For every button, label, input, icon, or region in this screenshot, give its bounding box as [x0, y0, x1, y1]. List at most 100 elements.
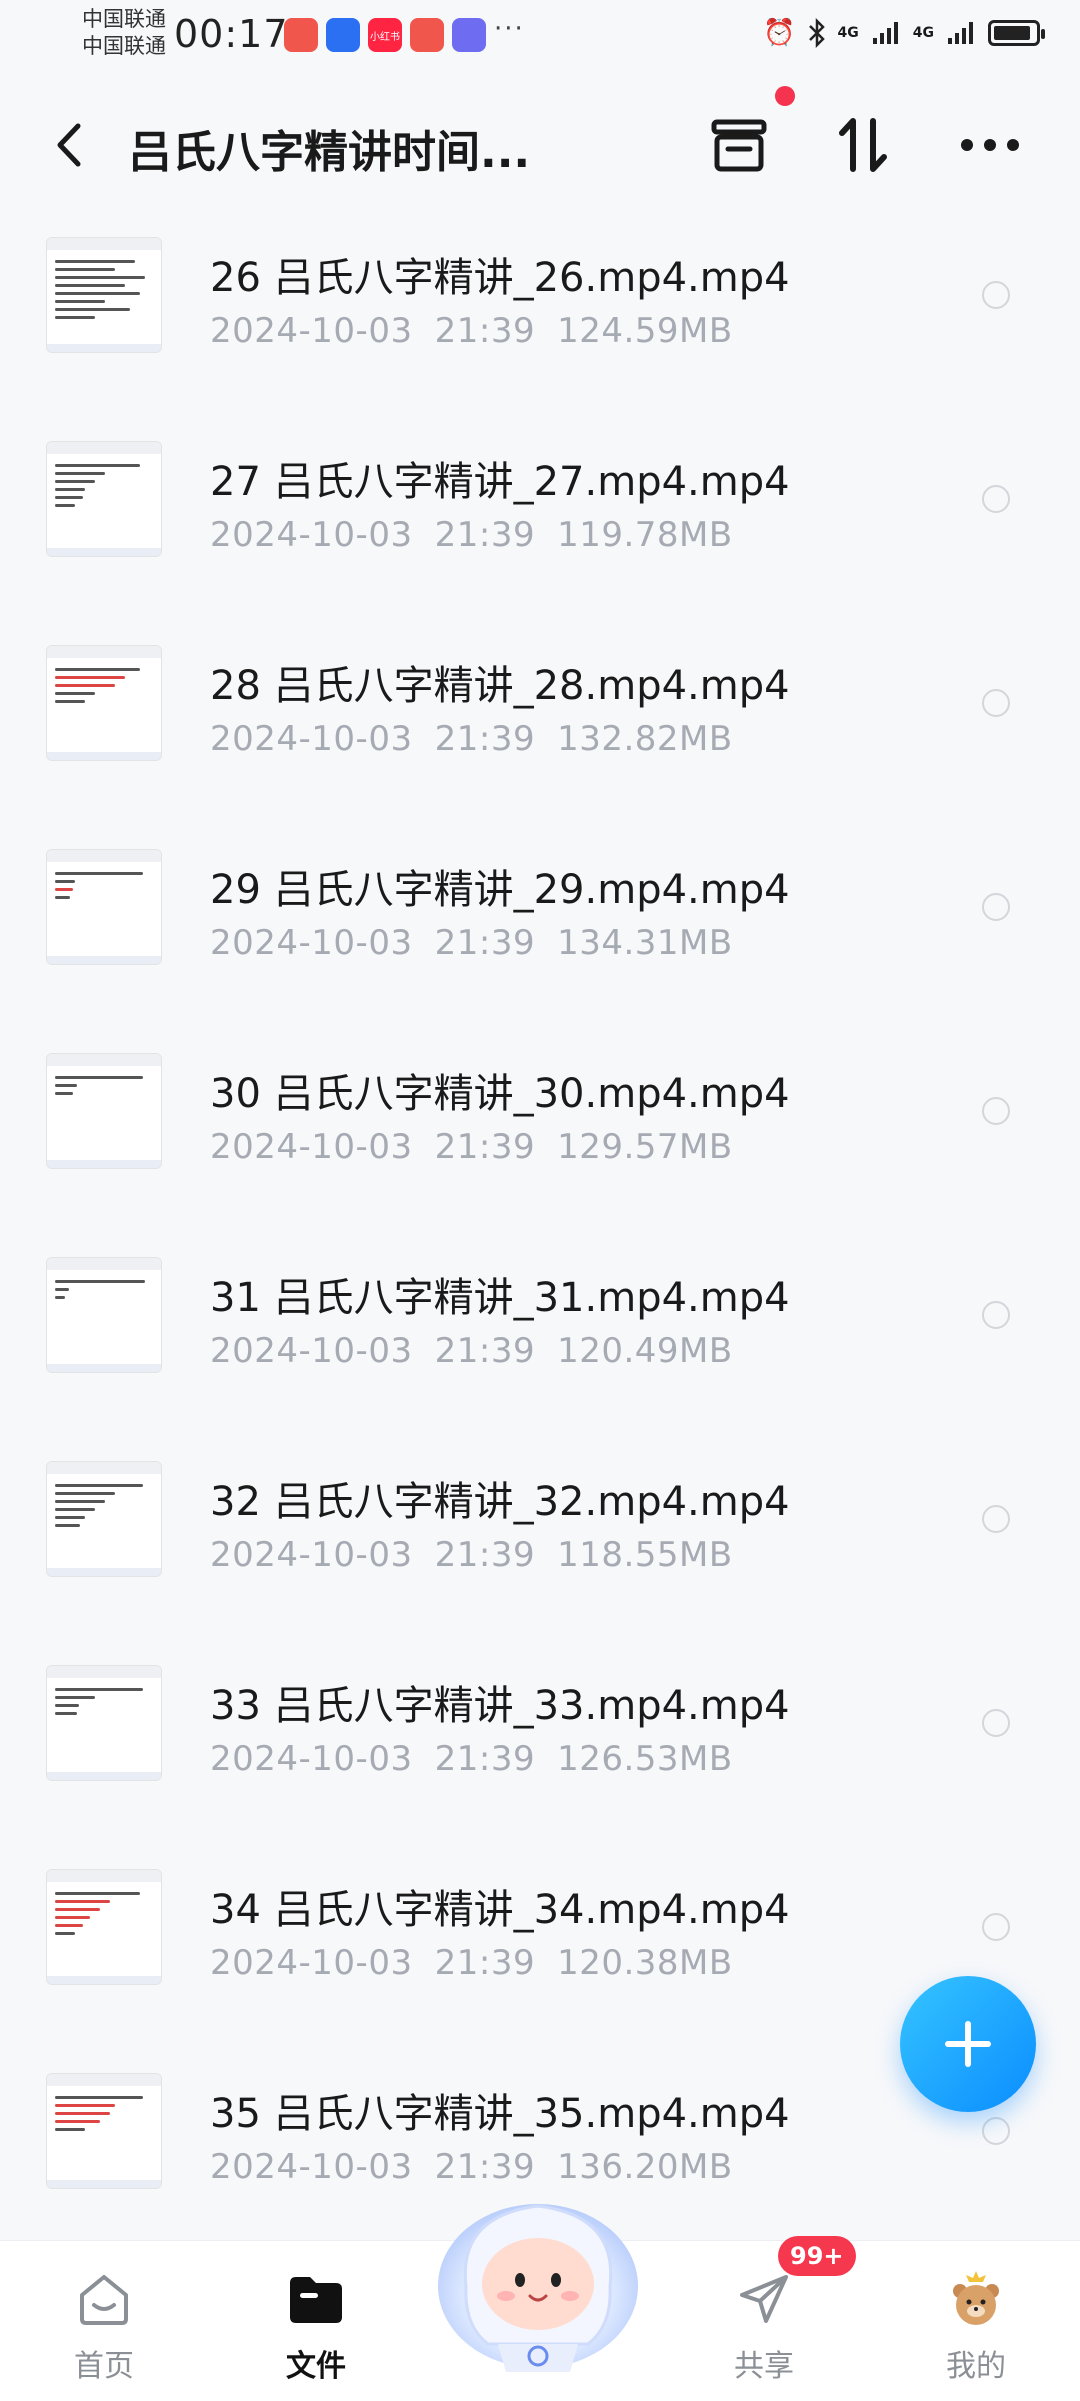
system-icons: ⏰ 4G 4G — [763, 18, 1045, 48]
more-options-button[interactable] — [955, 110, 1025, 180]
nav-item-home[interactable]: 首页 — [34, 2259, 174, 2389]
header: 吕氏八字精讲时间... — [0, 80, 1080, 210]
file-size: 126.53MB — [557, 1739, 733, 1779]
app-icon-5 — [452, 18, 486, 52]
file-meta: 2024-10-03 21:39 132.82MB — [210, 719, 733, 759]
file-size: 134.31MB — [557, 923, 733, 963]
file-size: 119.78MB — [557, 515, 733, 555]
folder-icon — [290, 2277, 342, 2323]
video-thumbnail — [46, 441, 162, 557]
video-thumbnail — [46, 237, 162, 353]
notification-dot — [775, 86, 795, 106]
select-checkbox[interactable] — [982, 1301, 1010, 1329]
file-meta: 2024-10-03 21:39 120.49MB — [210, 1331, 733, 1371]
file-meta: 2024-10-03 21:39 126.53MB — [210, 1739, 733, 1779]
file-name: 29 吕氏八字精讲_29.mp4.mp4 — [210, 867, 790, 913]
page-title: 吕氏八字精讲时间... — [128, 127, 531, 178]
more-notifications-icon: ··· — [494, 14, 525, 44]
file-date: 2024-10-03 — [210, 1127, 413, 1167]
nav-item-me[interactable]: 我的 — [906, 2259, 1046, 2389]
list-item[interactable]: 31 吕氏八字精讲_31.mp4.mp4 2024-10-03 21:39 120.4… — [0, 1225, 1080, 1429]
video-thumbnail — [46, 2073, 162, 2189]
video-thumbnail — [46, 1869, 162, 1985]
select-checkbox[interactable] — [982, 1505, 1010, 1533]
bear-avatar-icon — [953, 2271, 999, 2325]
archive-box-icon — [711, 119, 767, 172]
video-thumbnail — [46, 1461, 162, 1577]
notification-app-icons: 小红书 — [284, 18, 486, 52]
select-checkbox[interactable] — [982, 485, 1010, 513]
file-time: 21:39 — [434, 1127, 536, 1167]
select-checkbox[interactable] — [982, 1913, 1010, 1941]
file-name: 32 吕氏八字精讲_32.mp4.mp4 — [210, 1479, 790, 1525]
nav-label-share: 共享 — [734, 2349, 794, 2384]
file-size: 124.59MB — [557, 311, 733, 351]
file-size: 132.82MB — [557, 719, 733, 759]
list-item[interactable]: 29 吕氏八字精讲_29.mp4.mp4 2024-10-03 21:39 134.3… — [0, 817, 1080, 1021]
file-size: 120.49MB — [557, 1331, 733, 1371]
nav-item-files[interactable]: 文件 — [246, 2259, 386, 2389]
file-time: 21:39 — [434, 1739, 536, 1779]
file-meta: 2024-10-03 21:39 124.59MB — [210, 311, 733, 351]
video-thumbnail — [46, 1257, 162, 1373]
list-item[interactable]: 30 吕氏八字精讲_30.mp4.mp4 2024-10-03 21:39 129.5… — [0, 1021, 1080, 1225]
file-name: 34 吕氏八字精讲_34.mp4.mp4 — [210, 1887, 790, 1933]
share-badge: 99+ — [778, 2236, 856, 2276]
file-name: 27 吕氏八字精讲_27.mp4.mp4 — [210, 459, 790, 505]
sort-button[interactable] — [828, 110, 898, 180]
file-date: 2024-10-03 — [210, 719, 413, 759]
file-date: 2024-10-03 — [210, 1943, 413, 1983]
file-name: 33 吕氏八字精讲_33.mp4.mp4 — [210, 1683, 790, 1729]
select-checkbox[interactable] — [982, 893, 1010, 921]
video-thumbnail — [46, 849, 162, 965]
select-checkbox[interactable] — [982, 2117, 1010, 2145]
nav-label-home: 首页 — [74, 2349, 134, 2384]
app-icon-2 — [326, 18, 360, 52]
nav-label-me: 我的 — [946, 2349, 1006, 2384]
select-checkbox[interactable] — [982, 689, 1010, 717]
file-time: 21:39 — [434, 1331, 536, 1371]
carrier-1: 中国联通 — [82, 7, 166, 31]
carrier-2: 中国联通 — [82, 34, 166, 58]
file-meta: 2024-10-03 21:39 134.31MB — [210, 923, 733, 963]
nav-label-files: 文件 — [286, 2349, 346, 2384]
select-checkbox[interactable] — [982, 281, 1010, 309]
file-meta: 2024-10-03 21:39 120.38MB — [210, 1943, 733, 1983]
clock: 00:17 — [174, 12, 289, 56]
list-item[interactable]: 27 吕氏八字精讲_27.mp4.mp4 2024-10-03 21:39 119.7… — [0, 409, 1080, 613]
file-name: 28 吕氏八字精讲_28.mp4.mp4 — [210, 663, 790, 709]
app-icon-4 — [410, 18, 444, 52]
file-meta: 2024-10-03 21:39 118.55MB — [210, 1535, 733, 1575]
more-horizontal-icon — [961, 139, 1019, 151]
back-arrow-icon[interactable] — [48, 120, 92, 170]
send-icon — [740, 2275, 788, 2323]
list-item[interactable]: 32 吕氏八字精讲_32.mp4.mp4 2024-10-03 21:39 118.5… — [0, 1429, 1080, 1633]
file-name: 35 吕氏八字精讲_35.mp4.mp4 — [210, 2091, 790, 2137]
add-button[interactable] — [900, 1976, 1036, 2112]
list-item[interactable]: 28 吕氏八字精讲_28.mp4.mp4 2024-10-03 21:39 132.8… — [0, 613, 1080, 817]
ai-assistant-mascot[interactable] — [428, 2176, 648, 2376]
list-item[interactable]: 33 吕氏八字精讲_33.mp4.mp4 2024-10-03 21:39 126.5… — [0, 1633, 1080, 1837]
file-date: 2024-10-03 — [210, 2147, 413, 2187]
network-type-label-2: 4G — [912, 25, 934, 41]
file-name: 31 吕氏八字精讲_31.mp4.mp4 — [210, 1275, 790, 1321]
file-time: 21:39 — [434, 719, 536, 759]
app-icon-3: 小红书 — [368, 18, 402, 52]
select-checkbox[interactable] — [982, 1709, 1010, 1737]
file-time: 21:39 — [434, 515, 536, 555]
nav-item-share[interactable]: 共享 — [694, 2259, 834, 2389]
carrier-label: 中国联通 中国联通 — [82, 6, 166, 60]
transfer-list-button[interactable] — [704, 110, 774, 180]
status-bar: 中国联通 中国联通 00:17 小红书 ··· ⏰ 4G 4G — [0, 0, 1080, 70]
network-type-label: 4G — [837, 25, 859, 41]
file-date: 2024-10-03 — [210, 1739, 413, 1779]
select-checkbox[interactable] — [982, 1097, 1010, 1125]
file-time: 21:39 — [434, 1943, 536, 1983]
video-thumbnail — [46, 1665, 162, 1781]
video-thumbnail — [46, 1053, 162, 1169]
file-size: 129.57MB — [557, 1127, 733, 1167]
list-item[interactable]: 26 吕氏八字精讲_26.mp4.mp4 2024-10-03 21:39 124.5… — [0, 205, 1080, 409]
file-time: 21:39 — [434, 311, 536, 351]
file-name: 30 吕氏八字精讲_30.mp4.mp4 — [210, 1071, 790, 1117]
sort-arrows-icon — [839, 118, 887, 172]
